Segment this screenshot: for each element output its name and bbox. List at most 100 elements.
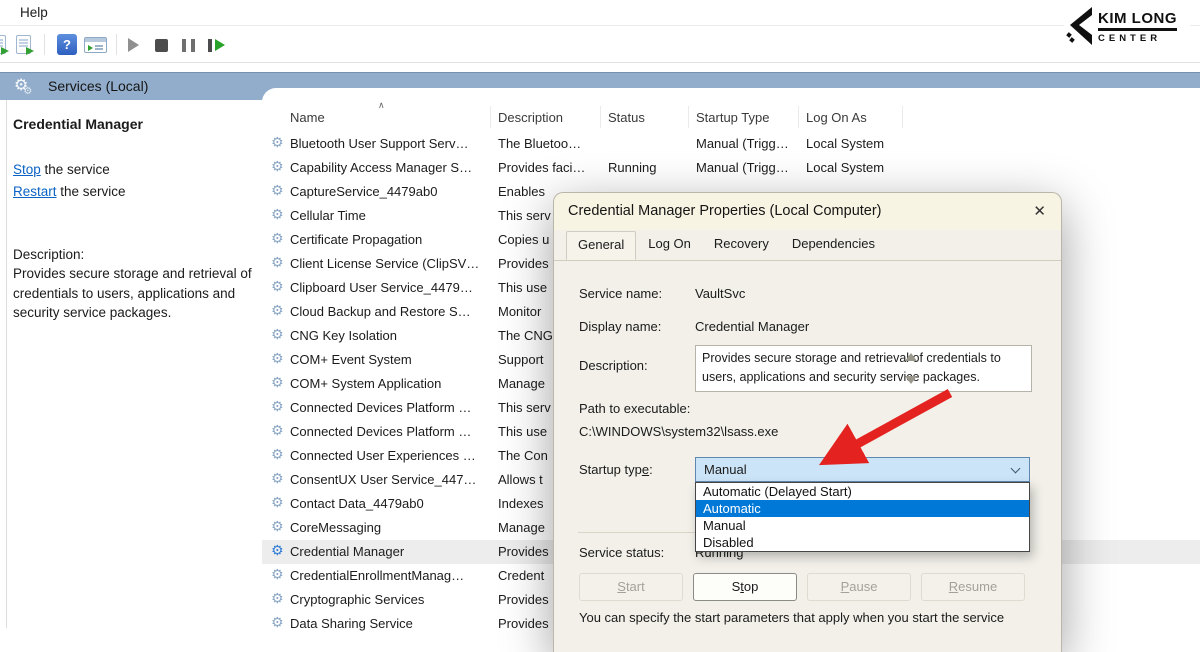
stop-service-icon[interactable] xyxy=(155,39,168,52)
service-gear-icon: ⚙ xyxy=(271,134,284,151)
scroll-up-icon[interactable] xyxy=(905,353,917,361)
service-gear-icon: ⚙ xyxy=(271,278,284,295)
dropdown-option-manual[interactable]: Manual xyxy=(696,517,1029,534)
service-name-cell: Bluetooth User Support Serv… xyxy=(290,136,492,151)
stop-service-link[interactable]: Stop xyxy=(13,162,41,177)
service-name-cell: Capability Access Manager S… xyxy=(290,160,492,175)
service-gear-icon: ⚙ xyxy=(271,326,284,343)
service-description: Provides secure storage and retrieval of… xyxy=(13,264,263,323)
dialog-footer-text: You can specify the start parameters tha… xyxy=(579,610,1039,625)
column-separator[interactable] xyxy=(902,106,903,128)
selected-service-title: Credential Manager xyxy=(13,116,255,132)
column-separator[interactable] xyxy=(688,106,689,128)
service-name-cell: Connected Devices Platform … xyxy=(290,424,492,439)
service-name-cell: COM+ System Application xyxy=(290,376,492,391)
dropdown-option-disabled[interactable]: Disabled xyxy=(696,534,1029,551)
button-label-part: ause xyxy=(849,579,877,594)
service-status-label: Service status: xyxy=(579,545,664,560)
service-gear-icon: ⚙ xyxy=(271,230,284,247)
stop-service-line: Stop the service xyxy=(13,162,255,177)
startup-type-combobox[interactable]: Manual xyxy=(695,457,1030,482)
button-label-part: op xyxy=(744,579,758,594)
service-gear-icon: ⚙ xyxy=(271,206,284,223)
dialog-description-label: Description: xyxy=(579,358,648,373)
service-description-cell: Provides faci… xyxy=(498,160,604,175)
start-service-icon[interactable] xyxy=(128,38,139,52)
dialog-tabstrip: GeneralLog OnRecoveryDependencies xyxy=(554,230,1061,261)
document-icon[interactable] xyxy=(0,35,6,54)
tab-general[interactable]: General xyxy=(566,231,636,260)
toolbar-separator xyxy=(44,34,45,55)
column-header-status[interactable]: Status xyxy=(608,110,645,125)
column-separator[interactable] xyxy=(600,106,601,128)
column-separator[interactable] xyxy=(798,106,799,128)
service-gear-icon: ⚙ xyxy=(271,470,284,487)
startup-label-post: : xyxy=(649,462,653,477)
show-window-icon[interactable] xyxy=(84,37,107,53)
description-textbox[interactable]: Provides secure storage and retrieval of… xyxy=(695,345,1032,392)
start-button: Start xyxy=(579,573,683,601)
service-name-cell: CoreMessaging xyxy=(290,520,492,535)
service-gear-icon: ⚙ xyxy=(271,494,284,511)
button-label-part: esume xyxy=(958,579,997,594)
service-name-cell: Clipboard User Service_4479… xyxy=(290,280,492,295)
path-value: C:\WINDOWS\system32\lsass.exe xyxy=(579,424,778,439)
service-name-cell: Data Sharing Service xyxy=(290,616,492,631)
table-row[interactable]: ⚙Bluetooth User Support Serv…The Bluetoo… xyxy=(262,132,1200,156)
service-name-cell: CaptureService_4479ab0 xyxy=(290,184,492,199)
service-name-cell: Client License Service (ClipSV… xyxy=(290,256,492,271)
service-name-value: VaultSvc xyxy=(695,286,745,301)
stop-button[interactable]: Stop xyxy=(693,573,797,601)
service-startup-cell: Manual (Trigg… xyxy=(696,136,802,151)
export-list-icon[interactable] xyxy=(16,35,31,54)
tab-log-on[interactable]: Log On xyxy=(637,230,702,258)
dropdown-option-automatic[interactable]: Automatic xyxy=(696,500,1029,517)
column-separator[interactable] xyxy=(490,106,491,128)
close-icon[interactable]: ✕ xyxy=(1033,202,1046,220)
scroll-down-icon[interactable] xyxy=(905,376,917,384)
extended-info-pane: Credential Manager Stop the service Rest… xyxy=(7,100,263,628)
button-label-part: tart xyxy=(626,579,645,594)
display-name-value: Credential Manager xyxy=(695,319,809,334)
restart-service-icon[interactable] xyxy=(208,39,226,52)
button-label-part: R xyxy=(949,579,958,594)
service-gear-icon: ⚙ xyxy=(271,254,284,271)
logo-line1: KIM LONG xyxy=(1098,10,1177,31)
pause-service-icon[interactable] xyxy=(182,39,195,52)
service-name-cell: Cellular Time xyxy=(290,208,492,223)
service-gear-icon: ⚙ xyxy=(271,566,284,583)
restart-service-link[interactable]: Restart xyxy=(13,184,57,199)
service-name-cell: Cloud Backup and Restore S… xyxy=(290,304,492,319)
tab-dependencies[interactable]: Dependencies xyxy=(781,230,886,258)
kim-long-logo: KIM LONG CENTER xyxy=(1064,3,1190,51)
service-name-cell: COM+ Event System xyxy=(290,352,492,367)
service-gear-icon: ⚙ xyxy=(271,182,284,199)
service-name-cell: Credential Manager xyxy=(290,544,492,559)
service-status-cell: Running xyxy=(608,160,692,175)
help-icon[interactable]: ? xyxy=(57,34,77,55)
menu-bar: Help xyxy=(0,0,1200,26)
service-gear-icon: ⚙ xyxy=(271,590,284,607)
dropdown-option-automatic-delayed-start[interactable]: Automatic (Delayed Start) xyxy=(696,483,1029,500)
startup-label-pre: Startup typ xyxy=(579,462,642,477)
column-header-name[interactable]: Name xyxy=(290,110,325,125)
service-name-cell: Cryptographic Services xyxy=(290,592,492,607)
button-label-part: S xyxy=(617,579,626,594)
tab-recovery[interactable]: Recovery xyxy=(703,230,780,258)
startup-type-label: Startup type: xyxy=(579,462,653,477)
dialog-title: Credential Manager Properties (Local Com… xyxy=(568,203,882,219)
table-header: ∧ Name Description Status Startup Type L… xyxy=(262,100,1200,131)
combobox-value: Manual xyxy=(704,462,747,477)
service-gear-icon: ⚙ xyxy=(271,518,284,535)
service-logon-cell: Local System xyxy=(806,160,916,175)
column-header-description[interactable]: Description xyxy=(498,110,563,125)
restart-service-line: Restart the service xyxy=(13,184,255,199)
menu-help[interactable]: Help xyxy=(14,4,54,21)
table-row[interactable]: ⚙Capability Access Manager S…Provides fa… xyxy=(262,156,1200,180)
service-startup-cell: Manual (Trigg… xyxy=(696,160,802,175)
service-name-cell: ConsentUX User Service_447… xyxy=(290,472,492,487)
column-header-logon-as[interactable]: Log On As xyxy=(806,110,867,125)
toolbar: ? xyxy=(0,27,1200,63)
chevron-down-icon xyxy=(1011,464,1021,474)
column-header-startup-type[interactable]: Startup Type xyxy=(696,110,769,125)
